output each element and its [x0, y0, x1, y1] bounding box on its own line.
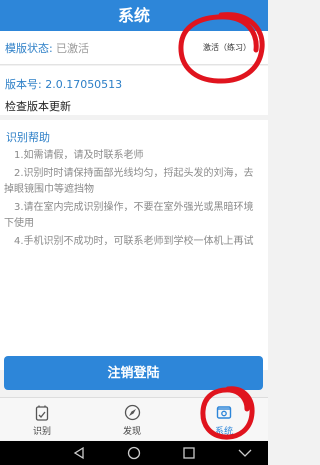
tab-discover[interactable]: 发现 [99, 398, 165, 440]
logout-button[interactable]: 注销登陆 [4, 356, 263, 390]
version-section: 版本号: 2.0.17050513 检查版本更新 [0, 66, 268, 115]
home-icon[interactable] [127, 446, 141, 460]
help-item: 2.识别时时请保持面部光线均匀，捋起头发的刘海，去掉眼镜围巾等遮挡物 [4, 168, 254, 195]
version-number: 版本号: 2.0.17050513 [5, 78, 123, 91]
recognize-icon [35, 405, 49, 421]
tab-label: 系统 [214, 427, 233, 437]
mode-status-row[interactable]: 模版状态: 已激活 激活（练习） › [0, 31, 268, 65]
back-icon[interactable] [72, 446, 86, 460]
recent-apps-icon[interactable] [182, 446, 196, 460]
keyboard-down-icon[interactable] [238, 448, 252, 458]
system-icon [216, 406, 232, 419]
android-navigation-bar [0, 441, 268, 465]
bottom-tab-bar: 识别 发现 系统 [0, 397, 268, 440]
mode-status-value: 已激活 [56, 42, 89, 55]
activate-practice-link[interactable]: 激活（练习） [203, 42, 251, 53]
tab-recognize[interactable]: 识别 [9, 398, 75, 440]
check-update-button[interactable]: 检查版本更新 [5, 98, 71, 114]
help-item: 4.手机识别不成功时，可联系老师到学校一体机上再试 [14, 236, 254, 247]
recognition-help-section: 识别帮助 1.如需请假，请及时联系老师 2.识别时时请保持面部光线均匀，捋起头发… [0, 120, 268, 370]
tab-system[interactable]: 系统 [191, 398, 257, 440]
compass-icon [124, 404, 141, 421]
chevron-right-icon[interactable]: › [254, 39, 259, 53]
help-title: 识别帮助 [6, 131, 50, 144]
page-title: 系统 [0, 0, 268, 31]
tab-label: 发现 [122, 427, 141, 437]
help-item: 3.请在室内完成识别操作，不要在室外强光或黑暗环境下使用 [4, 202, 254, 229]
help-item: 1.如需请假，请及时联系老师 [14, 150, 144, 161]
mode-status-label: 模版状态: [5, 42, 53, 55]
tab-label: 识别 [32, 427, 51, 437]
